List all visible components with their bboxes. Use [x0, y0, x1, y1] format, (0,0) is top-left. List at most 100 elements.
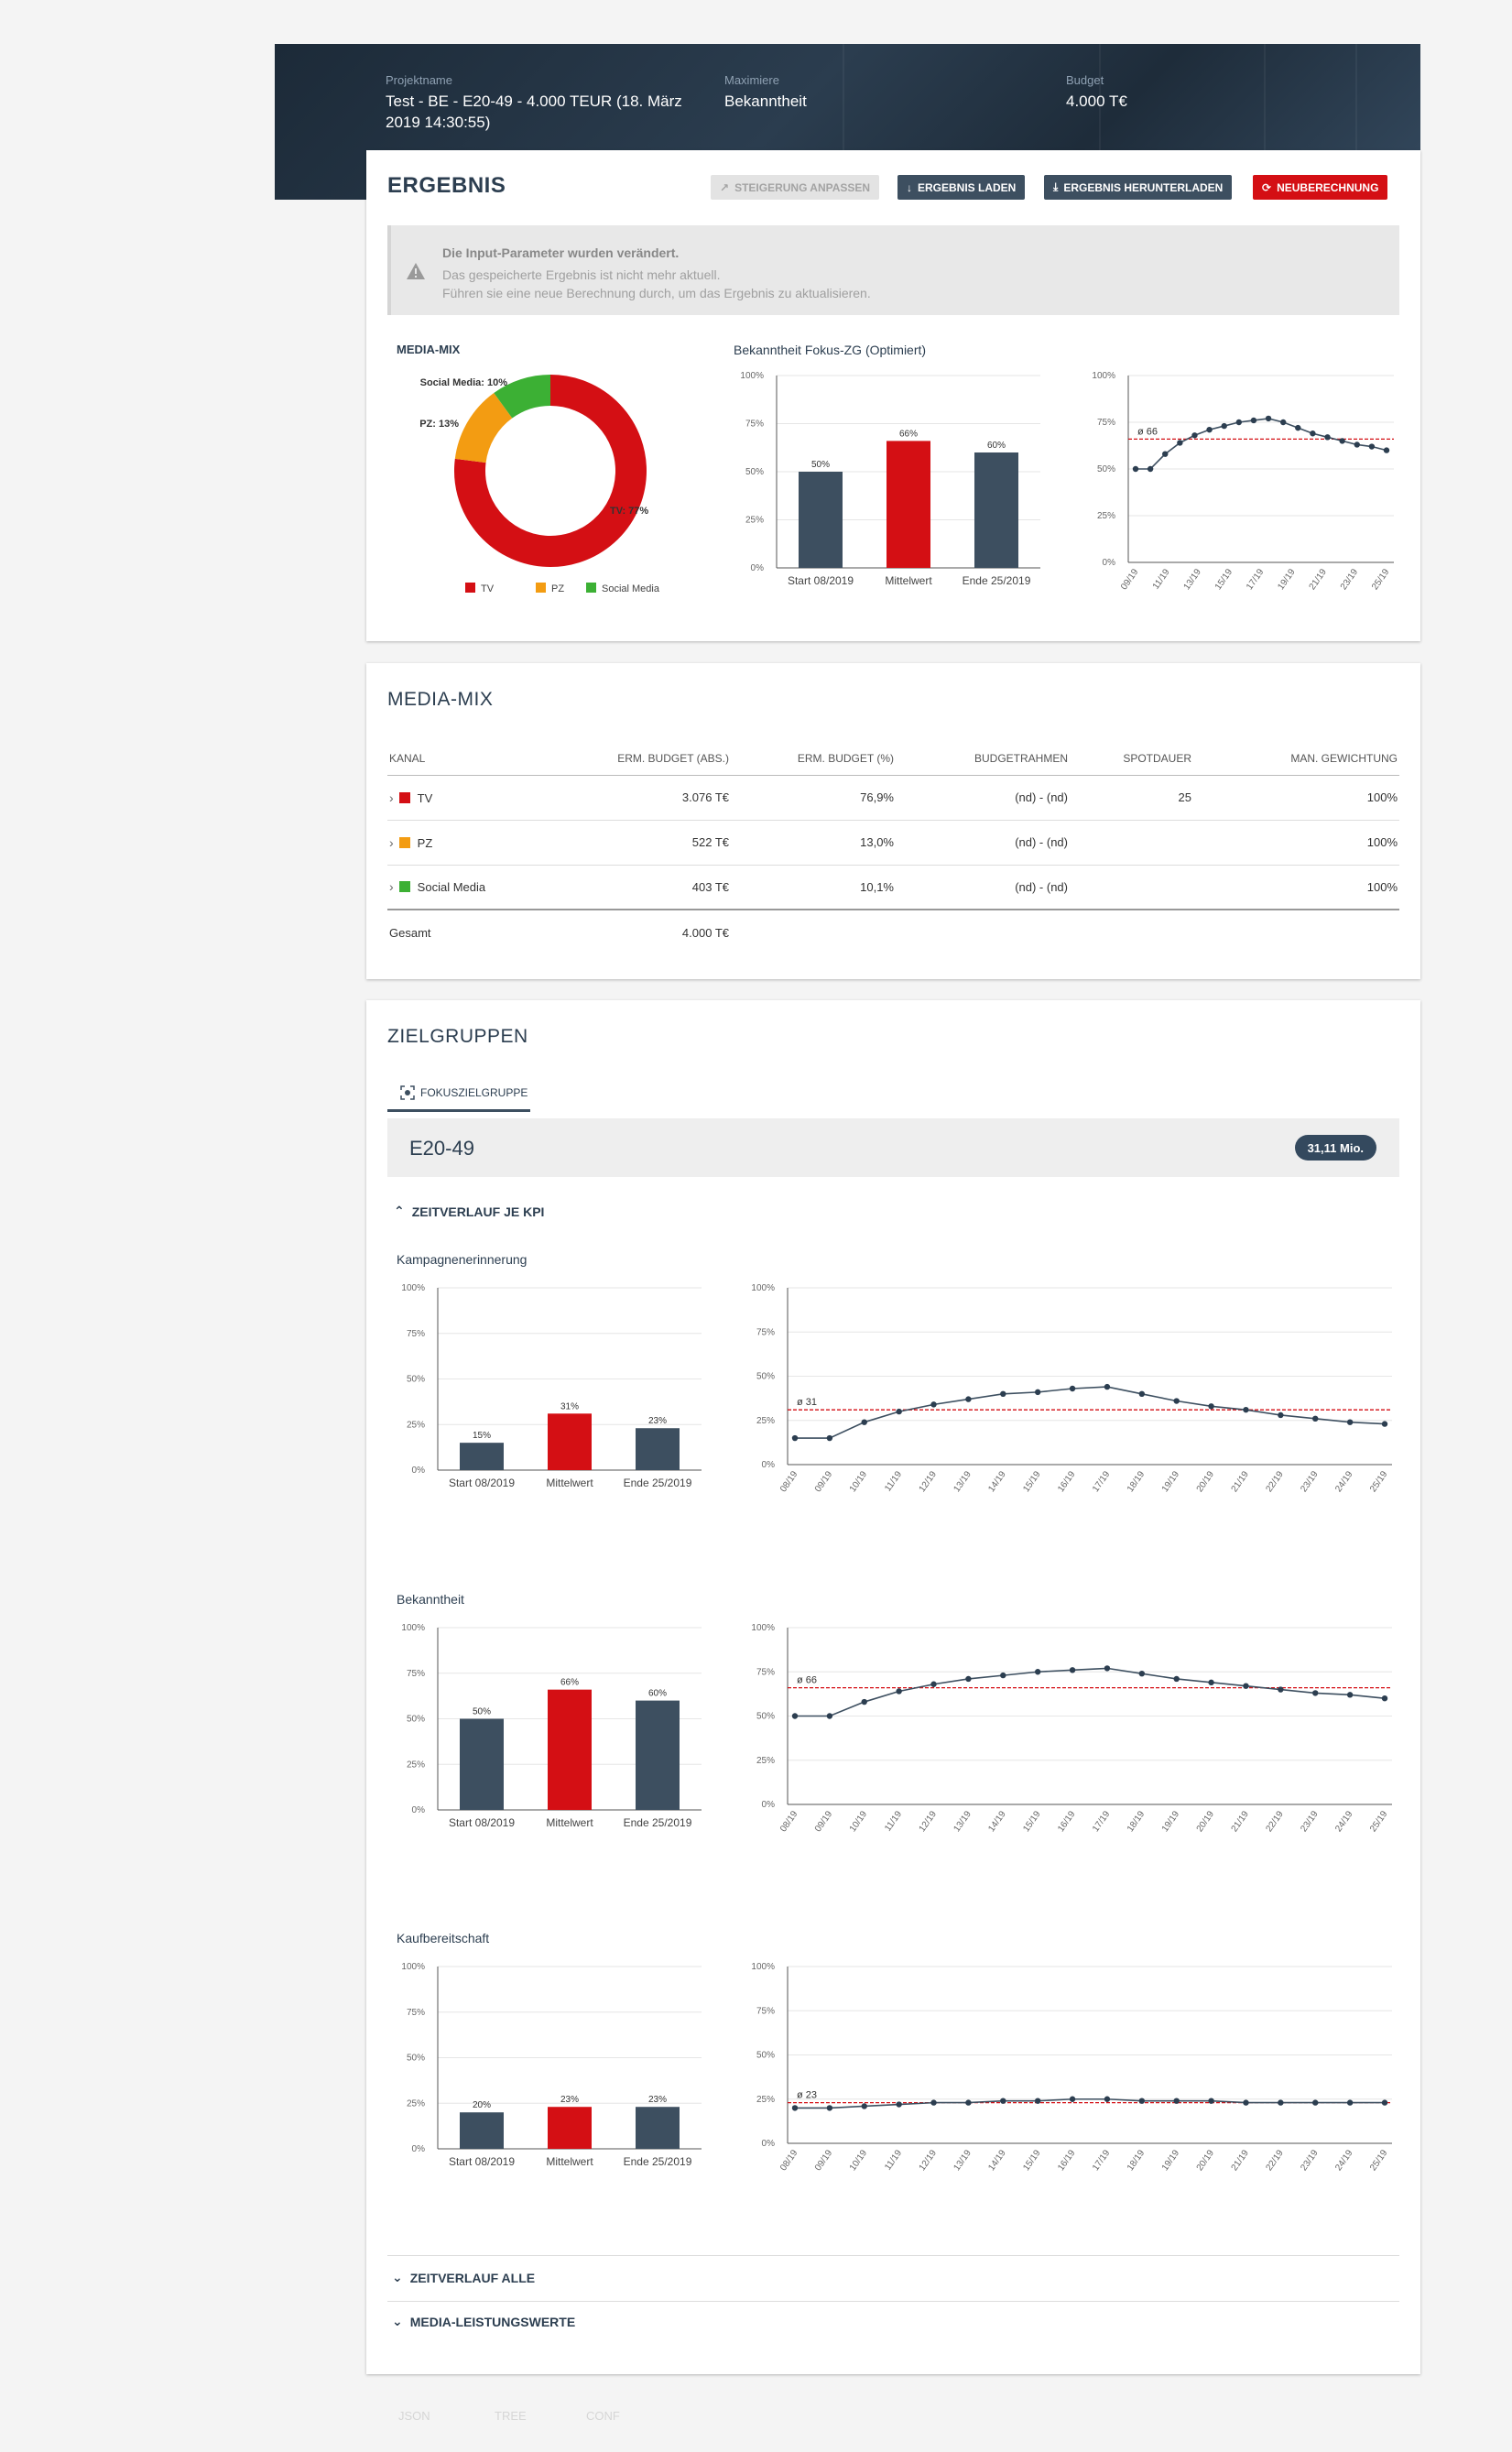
bar-data-label: 31%: [560, 1401, 579, 1411]
legend-swatch: [536, 583, 546, 593]
x-tick-label: 19/19: [1160, 1469, 1182, 1494]
footer-link-conf[interactable]: CONF: [586, 2409, 620, 2423]
data-point: [1173, 1675, 1180, 1683]
zeitverlauf-kpi-toggle[interactable]: ⌃ ZEITVERLAUF JE KPI: [394, 1204, 544, 1219]
x-tick-label: 14/19: [986, 1809, 1008, 1834]
slice-label: Social Media: 10%: [420, 377, 508, 388]
x-tick-label: 18/19: [1126, 2148, 1148, 2173]
y-tick-label: 100%: [740, 371, 764, 381]
bar-data-label: 60%: [987, 441, 1006, 451]
data-point: [1147, 465, 1154, 473]
chevron-up-icon: ⌃: [394, 1204, 405, 1218]
x-tick-label: 15/19: [1213, 567, 1235, 592]
total-label: Gesamt: [387, 909, 552, 954]
y-tick-label: 75%: [407, 1669, 425, 1679]
data-point: [1278, 1411, 1284, 1419]
data-point: [826, 1713, 833, 1719]
bar: [548, 1413, 592, 1470]
zeitverlauf-alle-toggle[interactable]: ⌄ ZEITVERLAUF ALLE: [392, 2270, 535, 2285]
x-tick-label: 11/19: [883, 2148, 904, 2173]
legend-label: TV: [481, 583, 495, 594]
x-tick-label: 15/19: [1021, 1469, 1043, 1494]
table-row[interactable]: › TV 3.076 T€ 76,9% (nd) - (nd) 25 100%: [387, 775, 1399, 821]
footer-link-tree[interactable]: TREE: [495, 2409, 527, 2423]
bar-data-label: 23%: [648, 2095, 667, 2105]
bar-data-label: 66%: [899, 429, 918, 439]
y-tick-label: 100%: [401, 1962, 425, 1972]
budget-label: Budget: [1066, 73, 1104, 87]
x-tick-label: 25/19: [1368, 1809, 1390, 1834]
x-tick-label: 19/19: [1160, 1809, 1182, 1834]
x-tick-label: 16/19: [1056, 1469, 1078, 1494]
table-row[interactable]: › PZ 522 T€ 13,0% (nd) - (nd) 100%: [387, 820, 1399, 866]
col-kanal: KANAL: [387, 742, 552, 776]
social-media-color-swatch: [398, 881, 410, 893]
data-point: [861, 1419, 867, 1425]
kaufbereitschaft-line-chart: 0% 25% 50% 75% 100% ø 23 08/19 09/19 10/19 11/19 1…: [751, 1962, 1392, 2173]
average-label: ø 66: [797, 1675, 817, 1686]
y-tick-label: 0%: [412, 2144, 426, 2154]
bar-data-label: 66%: [560, 1678, 579, 1688]
series-line: [1136, 418, 1387, 470]
ergebnis-title: ERGEBNIS: [387, 173, 506, 198]
x-tick-label: 13/19: [1182, 567, 1204, 592]
bar: [799, 472, 843, 568]
refresh-icon: ⟳: [1262, 180, 1272, 194]
data-point: [1173, 1398, 1180, 1404]
y-tick-label: 100%: [401, 1623, 425, 1633]
x-tick-label: 24/19: [1333, 1469, 1355, 1494]
data-point: [1162, 451, 1169, 457]
x-tick-label: 11/19: [1151, 567, 1172, 592]
steigerung-anpassen-button[interactable]: ↗ STEIGERUNG ANPASSEN: [711, 175, 880, 200]
y-tick-label: 0%: [1103, 558, 1116, 568]
table-row[interactable]: › Social Media 403 T€ 10,1% (nd) - (nd) 1…: [387, 865, 1399, 910]
x-tick-label: 08/19: [778, 1809, 800, 1834]
kampagnenerinnerung-line-chart: 0% 25% 50% 75% 100% ø 31 08/19 09/19 10/19 11/19 1…: [751, 1283, 1392, 1494]
data-point: [1034, 1389, 1041, 1396]
y-tick-label: 25%: [407, 1760, 425, 1770]
data-point: [1034, 1669, 1041, 1675]
bar: [460, 1718, 504, 1810]
footer-link-json[interactable]: JSON: [398, 2409, 430, 2423]
y-tick-label: 75%: [407, 1329, 425, 1339]
x-tick-label: Mittelwert: [546, 2155, 593, 2168]
y-tick-label: 100%: [751, 1962, 775, 1972]
data-point: [1312, 1690, 1319, 1696]
data-point: [1346, 2099, 1354, 2106]
media-mix-card: MEDIA-MIX KANAL ERM. BUDGET (ABS.) ERM. …: [366, 663, 1420, 979]
tab-fokuszielgruppe[interactable]: FOKUSZIELGRUPPE: [387, 1075, 530, 1112]
neuberechnung-button[interactable]: ⟳ NEUBERECHNUNG: [1253, 175, 1388, 200]
maximize-value: Bekanntheit: [724, 93, 807, 110]
x-tick-label: 20/19: [1195, 2148, 1217, 2173]
bekanntheit-bar-chart: 0% 25% 50% 75% 100% 50% Start 08/2019 66% Mittel…: [740, 371, 1040, 587]
x-tick-label: 13/19: [952, 2148, 974, 2173]
x-tick-label: 19/19: [1160, 2148, 1182, 2173]
ergebnis-laden-button[interactable]: ↓ ERGEBNIS LADEN: [897, 175, 1026, 200]
x-tick-label: 10/19: [848, 2148, 870, 2173]
donut-slice: [454, 393, 513, 463]
ergebnis-herunterladen-button[interactable]: ⤓ ERGEBNIS HERUNTERLADEN: [1044, 175, 1233, 200]
chevron-right-icon[interactable]: ›: [389, 790, 394, 805]
warning-text: Das gespeicherte Ergebnis ist nicht mehr…: [442, 267, 871, 300]
y-tick-label: 25%: [407, 2098, 425, 2109]
arrow-down-icon: ↓: [907, 180, 912, 194]
data-point: [1243, 1683, 1249, 1689]
media-leistungswerte-toggle[interactable]: ⌄ MEDIA-LEISTUNGSWERTE: [392, 2314, 575, 2329]
bar-data-label: 50%: [473, 1707, 491, 1717]
x-tick-label: 09/19: [813, 2148, 835, 2173]
x-tick-label: 13/19: [952, 1809, 974, 1834]
data-point: [896, 1408, 902, 1415]
data-point: [1206, 426, 1213, 433]
y-tick-label: 50%: [407, 1375, 425, 1385]
data-point: [1243, 2099, 1249, 2106]
bar: [974, 452, 1018, 568]
bekanntheit-line-chart: 0% 25% 50% 75% 100% ø 66 09/19 11/19 13/19 15/19 1…: [1092, 371, 1394, 592]
chevron-right-icon[interactable]: ›: [389, 835, 394, 850]
target-group-size-badge: 31,11 Mio.: [1294, 1135, 1376, 1161]
x-tick-label: Ende 25/2019: [624, 1816, 692, 1829]
chevron-right-icon[interactable]: ›: [389, 879, 394, 894]
kampagnenerinnerung-bar-chart: 0% 25% 50% 75% 100% 15% Start 08/2019 31% Mittel…: [401, 1283, 702, 1489]
y-tick-label: 25%: [1097, 511, 1115, 521]
average-label: ø 31: [797, 1397, 817, 1408]
data-point: [1221, 422, 1227, 430]
